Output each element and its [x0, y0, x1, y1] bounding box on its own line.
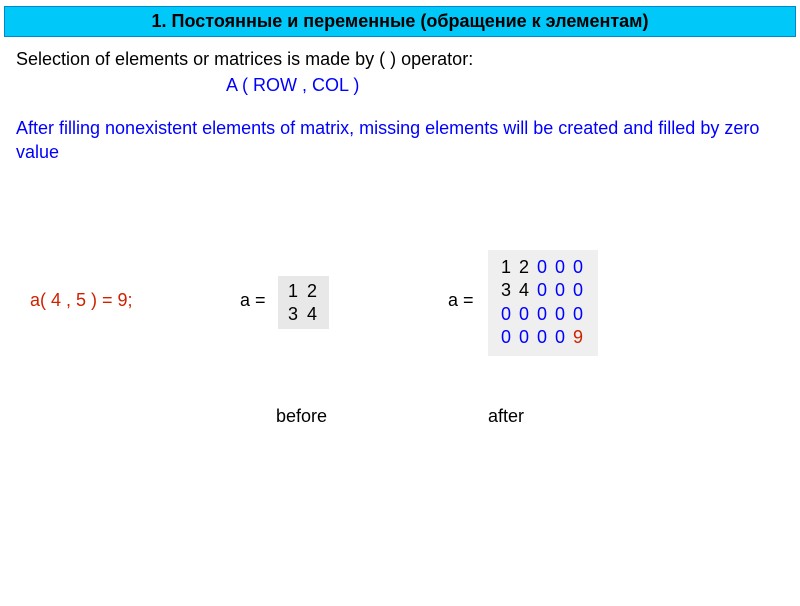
- matrix-cell: 1: [498, 256, 516, 279]
- content-area: Selection of elements or matrices is mad…: [0, 37, 800, 174]
- example-area: a( 4 , 5 ) = 9; a = 1 2 3 4 a = 12000340…: [0, 246, 800, 446]
- matrix-cell: 0: [570, 279, 588, 302]
- matrix-cell: 0: [534, 279, 552, 302]
- slide-title: 1. Постоянные и переменные (обращение к …: [4, 6, 796, 37]
- matrix-cell: 0: [552, 279, 570, 302]
- matrix-cell: 0: [516, 326, 534, 349]
- matrix-cell: 0: [570, 256, 588, 279]
- a-equals-after: a =: [448, 290, 474, 311]
- label-after: after: [488, 406, 524, 427]
- matrix-cell: 0: [552, 326, 570, 349]
- note-text: After filling nonexistent elements of ma…: [16, 116, 784, 165]
- matrix-row: 12000: [498, 256, 588, 279]
- matrix-cell: 2: [516, 256, 534, 279]
- matrix-before: 1 2 3 4: [278, 276, 329, 329]
- a-equals-before: a =: [240, 290, 266, 311]
- matrix-row: 34000: [498, 279, 588, 302]
- code-assignment: a( 4 , 5 ) = 9;: [30, 290, 133, 311]
- matrix-cell: 0: [516, 303, 534, 326]
- matrix-cell: 0: [552, 256, 570, 279]
- intro-text: Selection of elements or matrices is mad…: [16, 47, 784, 71]
- matrix-cell: 0: [498, 326, 516, 349]
- matrix-cell: 4: [516, 279, 534, 302]
- matrix-row: 00000: [498, 303, 588, 326]
- syntax-text: A ( ROW , COL ): [16, 73, 784, 97]
- matrix-cell: 0: [534, 326, 552, 349]
- matrix-row: 3 4: [288, 303, 319, 326]
- matrix-cell: 0: [498, 303, 516, 326]
- matrix-cell: 0: [534, 256, 552, 279]
- matrix-after: 12000340000000000009: [488, 250, 598, 356]
- matrix-cell: 0: [570, 303, 588, 326]
- matrix-row: 1 2: [288, 280, 319, 303]
- matrix-cell: 0: [534, 303, 552, 326]
- label-before: before: [276, 406, 327, 427]
- matrix-cell: 3: [498, 279, 516, 302]
- matrix-row: 00009: [498, 326, 588, 349]
- matrix-cell: 9: [570, 326, 588, 349]
- matrix-cell: 0: [552, 303, 570, 326]
